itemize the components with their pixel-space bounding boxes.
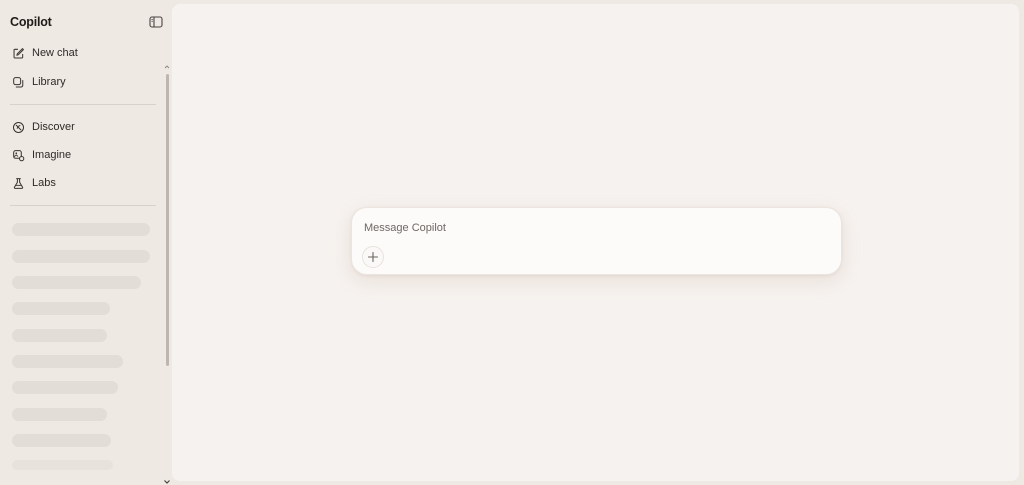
flask-icon <box>11 176 25 190</box>
skeleton-row <box>12 329 107 342</box>
sidebar-item-label: Labs <box>32 177 56 189</box>
sidebar-item-label: Imagine <box>32 149 72 161</box>
skeleton-row <box>12 381 118 394</box>
skeleton-row <box>12 460 113 470</box>
scroll-up-icon[interactable] <box>164 64 170 70</box>
sidebar-item-library[interactable]: Library <box>6 70 156 94</box>
sidebar-panel-icon <box>149 16 163 28</box>
copilot-app: Copilot New chat Library Discover Imagin… <box>0 0 1024 485</box>
message-composer <box>351 207 842 275</box>
sidebar-toggle-button[interactable] <box>148 14 164 30</box>
skeleton-row <box>12 434 111 447</box>
add-attachment-button[interactable] <box>362 246 384 268</box>
skeleton-row <box>12 276 141 289</box>
sidebar-item-label: Discover <box>32 121 75 133</box>
message-input[interactable] <box>364 220 824 236</box>
sidebar-item-labs[interactable]: Labs <box>6 171 156 195</box>
plus-icon <box>367 251 379 263</box>
sidebar-divider <box>10 205 156 206</box>
sidebar-scrollbar-thumb[interactable] <box>166 74 169 366</box>
sidebar-divider <box>10 104 156 105</box>
sidebar-item-label: New chat <box>32 47 78 59</box>
sidebar-item-imagine[interactable]: Imagine <box>6 143 156 167</box>
skeleton-row <box>12 408 107 421</box>
compose-icon <box>11 46 25 60</box>
sidebar-item-discover[interactable]: Discover <box>6 115 156 139</box>
main-panel <box>172 4 1019 481</box>
image-icon <box>11 148 25 162</box>
skeleton-row <box>12 250 150 263</box>
library-icon <box>11 75 25 89</box>
sidebar-item-label: Library <box>32 76 66 88</box>
sidebar-item-new-chat[interactable]: New chat <box>6 41 156 65</box>
skeleton-row <box>12 302 110 315</box>
skeleton-row <box>12 223 150 236</box>
brand-title: Copilot <box>10 15 52 29</box>
compass-icon <box>11 120 25 134</box>
sidebar: Copilot New chat Library Discover Imagin… <box>0 0 172 485</box>
skeleton-row <box>12 355 123 368</box>
scroll-down-icon[interactable] <box>162 474 172 484</box>
